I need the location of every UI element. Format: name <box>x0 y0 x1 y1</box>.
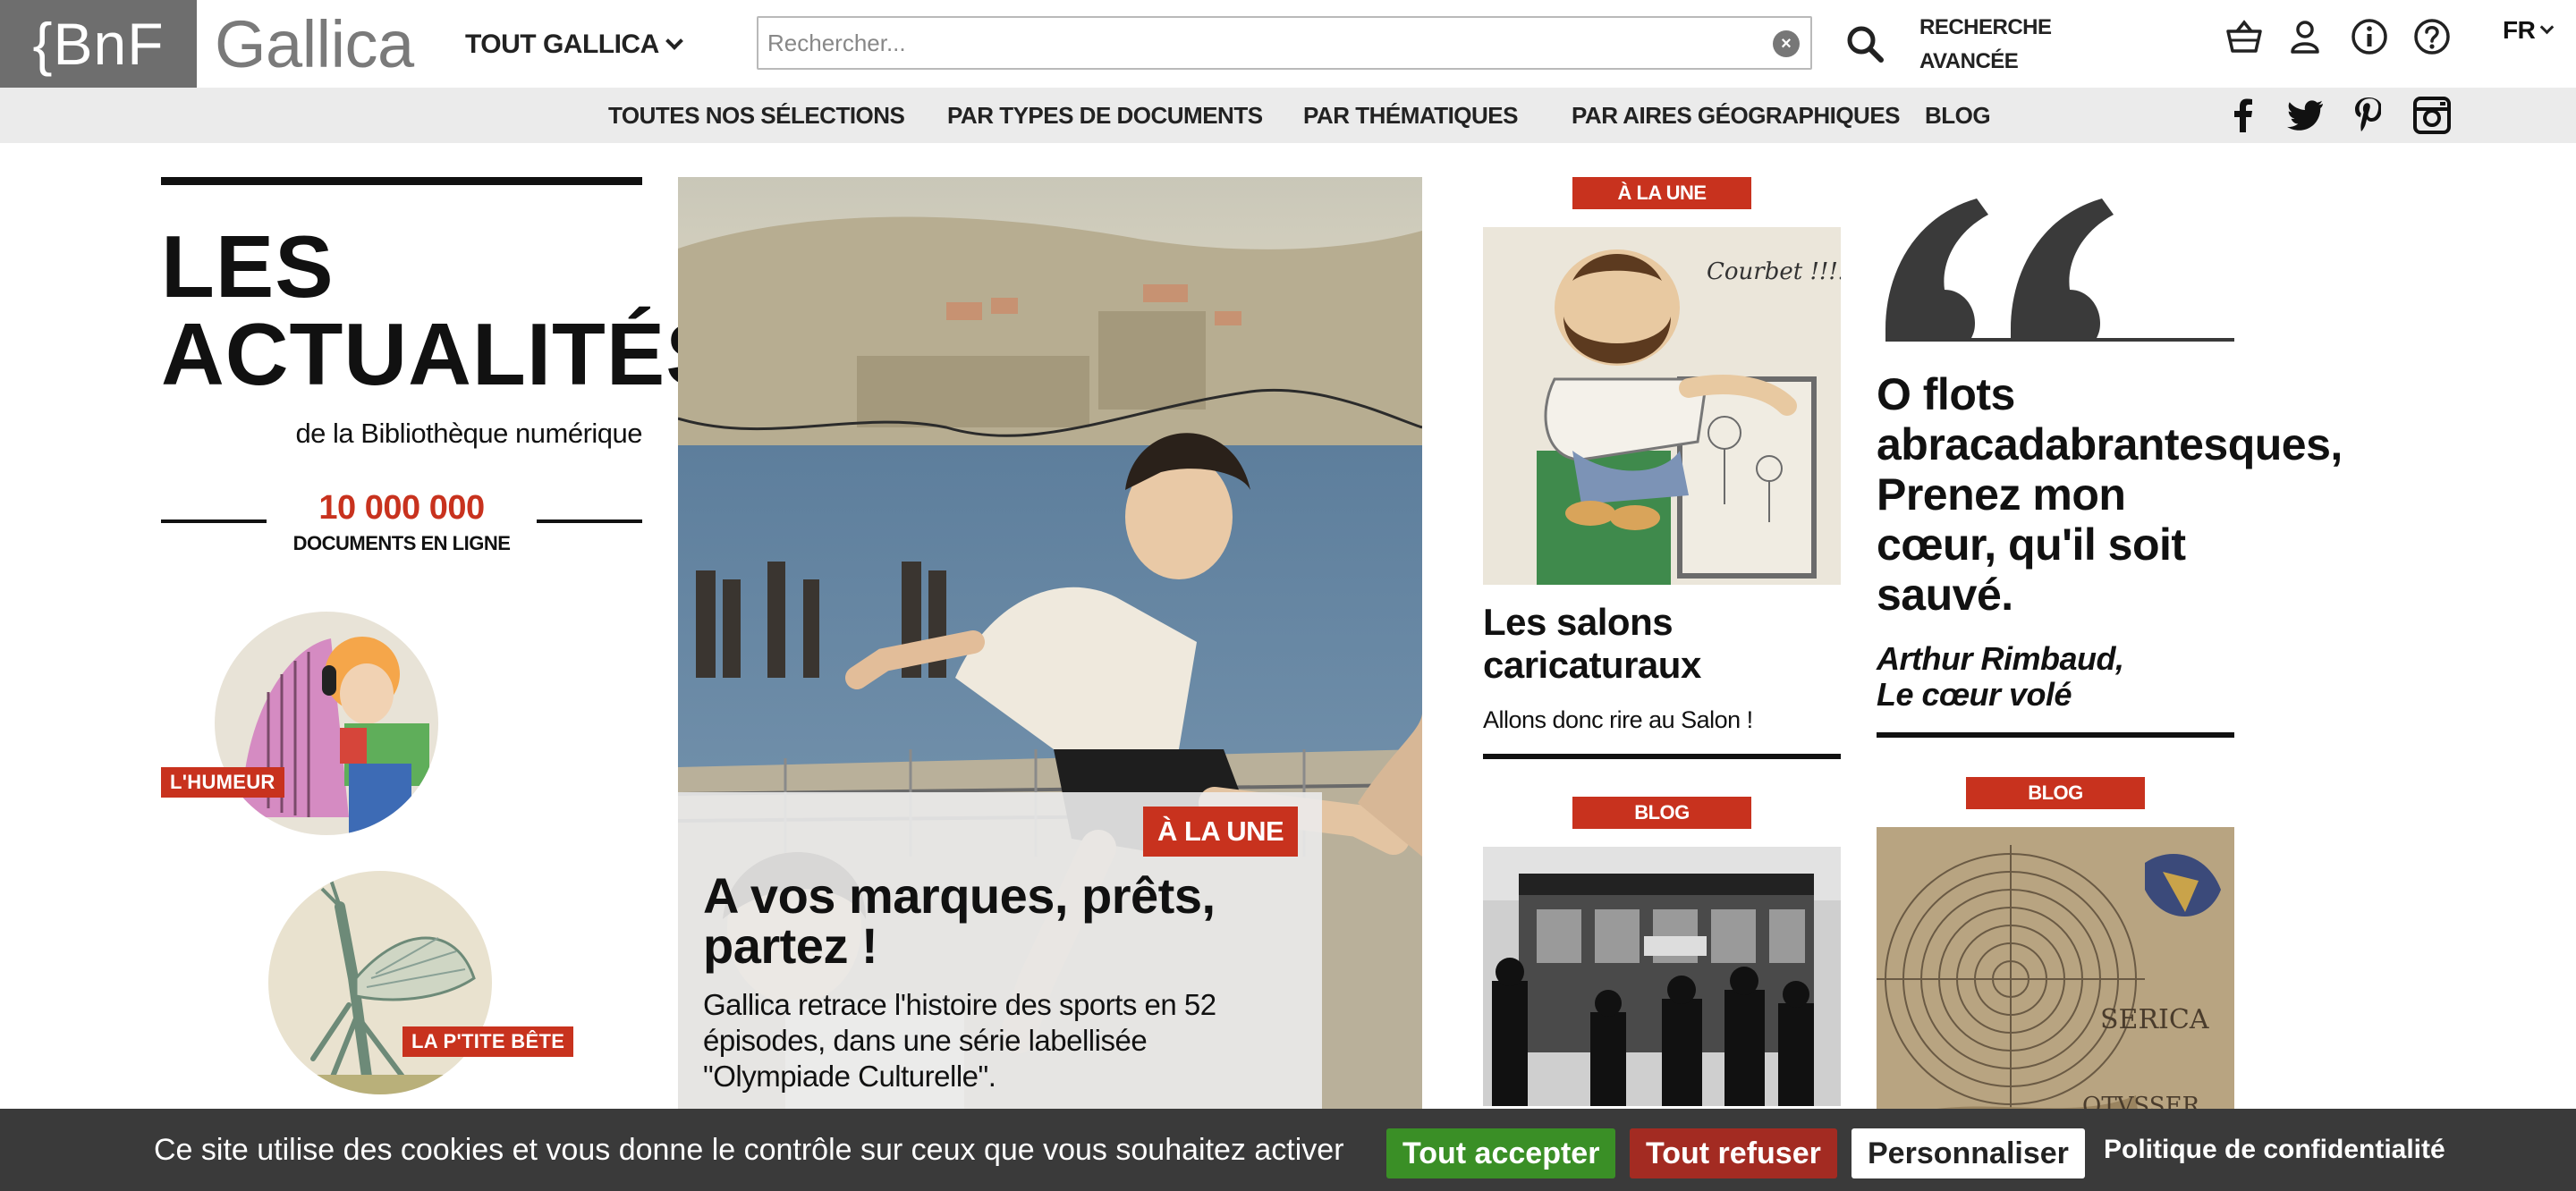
search-icon <box>1847 26 1884 63</box>
info-icon[interactable] <box>2349 16 2390 57</box>
a-la-une-tag[interactable]: À LA UNE <box>1572 177 1751 209</box>
instagram-icon[interactable] <box>2411 95 2453 136</box>
featured-column: À LA UNE Courbet !!!! Les salons caricat… <box>1483 177 1841 1106</box>
humeur-tag[interactable]: L'HUMEUR <box>161 767 284 798</box>
nav-item-blog[interactable]: BLOG <box>1925 88 1991 143</box>
quote-icon <box>1885 198 2234 342</box>
gallica-logo[interactable]: Gallica <box>215 5 414 82</box>
advanced-search-link[interactable]: RECHERCHE AVANCÉE <box>1919 11 2052 79</box>
ptite-bete-tag[interactable]: LA P'TITE BÊTE <box>402 1026 574 1057</box>
divider <box>161 177 642 185</box>
hero-description: Gallica retrace l'histoire des sports en… <box>703 988 1216 1093</box>
privacy-policy-link[interactable]: Politique de confidentialité <box>2104 1109 2445 1191</box>
documents-count: 10 000 000 <box>318 489 485 527</box>
search-box: × <box>757 16 1812 70</box>
actualites-column: LES ACTUALITÉS de la Bibliothèque numéri… <box>161 177 725 561</box>
hero-card: À LA UNE A vos marques, prêts, partez ! … <box>678 792 1322 1111</box>
nav-item-types-documents[interactable]: PAR TYPES DE DOCUMENTS <box>947 88 1263 143</box>
card-title-salons-caricaturaux[interactable]: Les salons caricaturaux <box>1483 601 1841 687</box>
salons-caricaturaux-image[interactable]: Courbet !!!! <box>1483 227 1841 585</box>
search-button[interactable] <box>1844 23 1885 64</box>
quote-author-name: Arthur Rimbaud, <box>1877 640 2124 677</box>
site-header: {BnF Gallica TOUT GALLICA × RECHERCHE AV… <box>0 0 2576 88</box>
nav-item-selections[interactable]: TOUTES NOS SÉLECTIONS <box>608 88 905 143</box>
hero-title[interactable]: A vos marques, prêts, partez ! <box>703 871 1275 971</box>
blog-tag[interactable]: BLOG <box>1572 797 1751 829</box>
documents-counter: 10 000 000 DOCUMENTS EN LIGNE <box>161 489 642 561</box>
a-la-une-tag[interactable]: À LA UNE <box>1143 807 1299 857</box>
main-nav: TOUTES NOS SÉLECTIONS PAR TYPES DE DOCUM… <box>0 88 2576 143</box>
chevron-down-icon <box>2540 20 2555 34</box>
twitter-icon[interactable] <box>2284 95 2326 136</box>
customize-button[interactable]: Personnaliser <box>1852 1128 2085 1178</box>
accept-all-button[interactable]: Tout accepter <box>1386 1128 1616 1178</box>
ptite-bete-thumbnail[interactable] <box>268 871 492 1094</box>
help-icon[interactable] <box>2411 16 2453 57</box>
quote-text[interactable]: O flots abracadabrantesques, Prenez mon … <box>1877 369 2343 620</box>
divider <box>1877 732 2234 738</box>
quote-column: O flots abracadabrantesques, Prenez mon … <box>1877 177 2343 1172</box>
page-subtitle: de la Bibliothèque numérique <box>295 418 642 449</box>
blog-tag[interactable]: BLOG <box>1966 777 2145 809</box>
documents-count-label: DOCUMENTS EN LIGNE <box>292 532 511 554</box>
facebook-icon[interactable] <box>2222 95 2263 136</box>
tout-gallica-label: TOUT GALLICA <box>465 30 659 59</box>
language-selector[interactable]: FR <box>2503 16 2555 45</box>
refuse-all-button[interactable]: Tout refuser <box>1630 1128 1837 1178</box>
user-icon[interactable] <box>2284 16 2326 57</box>
basket-icon[interactable] <box>2224 16 2265 57</box>
chevron-down-icon <box>665 32 683 50</box>
search-input[interactable] <box>758 18 1810 68</box>
tout-gallica-dropdown[interactable]: TOUT GALLICA <box>465 25 683 64</box>
clear-search-icon[interactable]: × <box>1773 30 1800 57</box>
hero-article[interactable]: À LA UNE A vos marques, prêts, partez ! … <box>678 177 1422 1111</box>
cookie-banner: Ce site utilise des cookies et vous donn… <box>0 1109 2576 1191</box>
quote-author: Arthur Rimbaud, Le cœur volé <box>1877 641 2234 713</box>
page-title: LES ACTUALITÉS <box>161 217 725 403</box>
nav-item-thematiques[interactable]: PAR THÉMATIQUES <box>1303 88 1518 143</box>
humeur-thumbnail[interactable] <box>215 612 438 835</box>
map-label-serica: SERICA <box>2100 1004 2209 1035</box>
nav-item-aires-geographiques[interactable]: PAR AIRES GÉOGRAPHIQUES <box>1572 88 1901 143</box>
pinterest-icon[interactable] <box>2347 95 2388 136</box>
bnf-logo[interactable]: {BnF <box>0 0 197 88</box>
quote-author-work: Le cœur volé <box>1877 676 2072 713</box>
page-title-line2: ACTUALITÉS <box>161 305 725 403</box>
card-description-salons: Allons donc rire au Salon ! <box>1483 706 1753 733</box>
cookie-message: Ce site utilise des cookies et vous donn… <box>154 1132 1344 1167</box>
tramway-photo[interactable] <box>1483 847 1841 1106</box>
page-title-line1: LES <box>161 217 335 316</box>
divider <box>1483 754 1841 759</box>
language-label: FR <box>2503 16 2536 44</box>
courbet-caption: Courbet !!!! <box>1707 258 1841 285</box>
